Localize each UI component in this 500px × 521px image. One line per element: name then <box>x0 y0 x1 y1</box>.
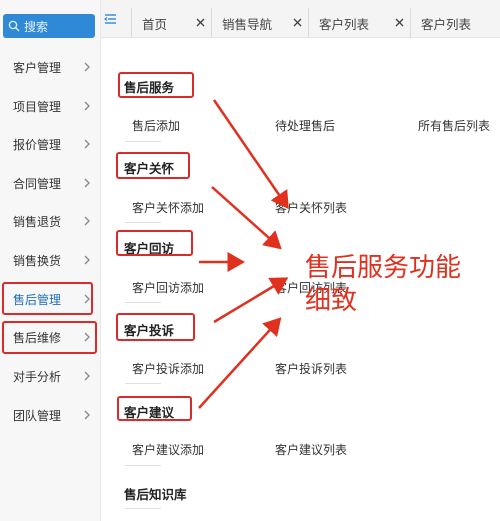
link-pending-aftersales[interactable]: 待处理售后 <box>275 117 335 134</box>
close-icon[interactable] <box>394 17 405 28</box>
sidebar-item-label: 报价管理 <box>13 137 62 152</box>
sidebar-item-label: 对手分析 <box>13 369 62 384</box>
sidebar-item-contract-management[interactable]: 合同管理 <box>0 168 101 198</box>
item-underline <box>125 222 161 223</box>
item-underline <box>125 383 161 384</box>
highlight-box-aftersales-repair <box>2 321 97 354</box>
annotation-text-line1: 售后服务功能 <box>305 253 462 283</box>
item-underline <box>125 141 161 142</box>
tab-customer-list[interactable]: 客户列表 <box>308 8 410 38</box>
link-customer-complaint-list[interactable]: 客户投诉列表 <box>275 360 347 377</box>
search-icon <box>8 20 20 32</box>
tab-label: 销售导航 <box>222 16 273 32</box>
annotation-text-line2: 细致 <box>305 286 358 316</box>
sidebar: 搜索 客户管理 项目管理 报价管理 合同管理 销售退货 销售换货 售后管理 售后… <box>0 0 101 521</box>
chevron-right-icon <box>84 101 90 111</box>
chevron-right-icon <box>84 371 90 381</box>
sidebar-item-team-management[interactable]: 团队管理 <box>0 400 101 430</box>
search-input[interactable]: 搜索 <box>3 14 95 38</box>
app-root: 搜索 客户管理 项目管理 报价管理 合同管理 销售退货 销售换货 售后管理 售后… <box>0 0 500 521</box>
link-customer-suggestion-list[interactable]: 客户建议列表 <box>275 441 347 458</box>
sidebar-item-competitor-analysis[interactable]: 对手分析 <box>0 361 101 391</box>
sidebar-item-label: 项目管理 <box>13 99 62 114</box>
tab-bar: 首页 销售导航 客户列表 客户列表 <box>101 0 500 38</box>
sidebar-item-label: 合同管理 <box>13 176 62 191</box>
close-icon[interactable] <box>195 17 206 28</box>
link-aftersales-add[interactable]: 售后添加 <box>132 117 180 134</box>
link-customer-care-list[interactable]: 客户关怀列表 <box>275 199 347 216</box>
chevron-right-icon <box>84 216 90 226</box>
highlight-box-aftersales-management <box>2 282 93 315</box>
sidebar-item-label: 销售换货 <box>13 253 62 268</box>
tab-sales-nav[interactable]: 销售导航 <box>211 8 308 38</box>
highlight-box-customer-suggestion <box>117 396 192 421</box>
link-customer-followup-add[interactable]: 客户回访添加 <box>132 279 204 296</box>
sidebar-item-label: 客户管理 <box>13 60 62 75</box>
menu-collapse-icon[interactable] <box>101 8 123 30</box>
sidebar-item-customer-management[interactable]: 客户管理 <box>0 52 101 82</box>
link-all-aftersales-list[interactable]: 所有售后列表 <box>418 117 490 134</box>
close-icon[interactable] <box>292 17 303 28</box>
chevron-right-icon <box>84 62 90 72</box>
search-placeholder: 搜索 <box>24 19 49 34</box>
highlight-box-customer-followup <box>116 230 193 256</box>
chevron-right-icon <box>84 178 90 188</box>
highlight-box-customer-care <box>116 152 190 179</box>
sidebar-item-sales-return[interactable]: 销售退货 <box>0 206 101 236</box>
sidebar-item-quote-management[interactable]: 报价管理 <box>0 129 101 159</box>
sidebar-item-sales-exchange[interactable]: 销售换货 <box>0 245 101 275</box>
link-customer-care-add[interactable]: 客户关怀添加 <box>132 199 204 216</box>
link-customer-suggestion-add[interactable]: 客户建议添加 <box>132 441 204 458</box>
chevron-right-icon <box>84 139 90 149</box>
section-title-aftersales-knowledge-base: 售后知识库 <box>124 487 187 502</box>
chevron-right-icon <box>84 255 90 265</box>
tab-label: 客户列表 <box>319 16 370 32</box>
item-underline <box>125 508 161 509</box>
sidebar-item-label: 团队管理 <box>13 408 62 423</box>
link-customer-complaint-add[interactable]: 客户投诉添加 <box>132 360 204 377</box>
item-underline <box>125 465 161 466</box>
tab-label: 客户列表 <box>421 16 472 32</box>
tab-customer-list-2[interactable]: 客户列表 <box>410 8 500 38</box>
highlight-box-aftersales-service <box>118 72 194 98</box>
highlight-box-customer-complaint <box>116 313 195 341</box>
tab-home[interactable]: 首页 <box>131 8 211 38</box>
item-underline <box>125 302 161 303</box>
sidebar-item-label: 销售退货 <box>13 214 62 229</box>
chevron-right-icon <box>84 410 90 420</box>
sidebar-item-project-management[interactable]: 项目管理 <box>0 91 101 121</box>
tab-label: 首页 <box>142 16 168 32</box>
